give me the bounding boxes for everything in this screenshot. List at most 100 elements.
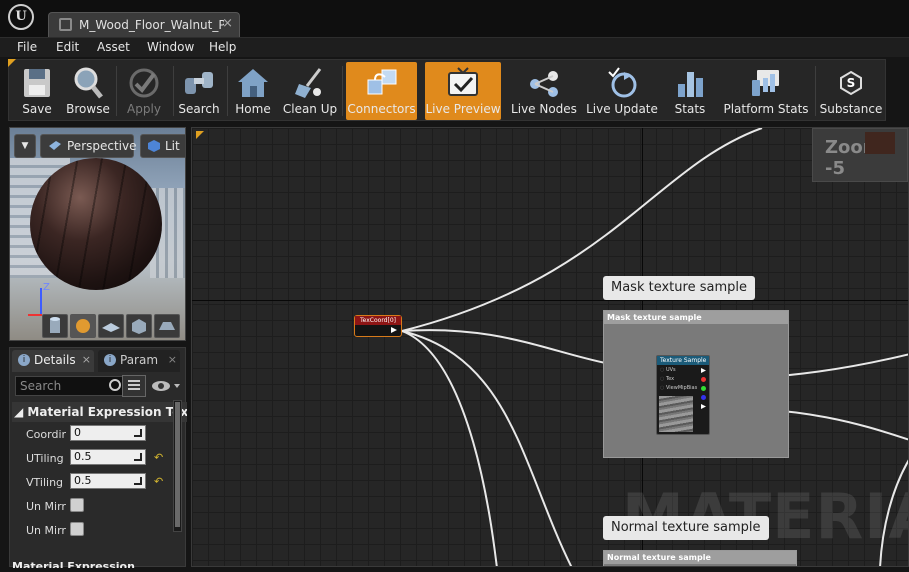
search-input[interactable]: Search [15, 376, 125, 396]
collapse-arrow-icon: ◢ [14, 405, 24, 419]
pin-uvs[interactable]: ○ UVs [660, 367, 676, 373]
un-mirror-v-checkbox[interactable] [70, 522, 84, 536]
comment-bubble-normal[interactable]: Normal texture sample [603, 516, 769, 540]
drag-handle-icon[interactable] [134, 477, 142, 485]
pin-tex[interactable]: ○ Tex [660, 376, 674, 382]
material-asset-icon [59, 18, 72, 31]
search-placeholder: Search [20, 379, 62, 393]
substance-button[interactable]: S Substance [819, 62, 883, 120]
u-tiling-label: UTiling [26, 452, 64, 465]
substance-label: Substance [819, 102, 883, 116]
connectors-button[interactable]: Connectors [346, 62, 417, 120]
property-matrix-button[interactable] [122, 375, 146, 397]
info-icon: i [104, 354, 116, 366]
stats-label: Stats [674, 102, 706, 116]
comment-bubble-mask[interactable]: Mask texture sample [603, 276, 755, 300]
apply-button[interactable]: Apply [119, 62, 169, 120]
asset-tab[interactable]: M_Wood_Floor_Walnut_Po × [48, 12, 240, 37]
unreal-logo: U [8, 4, 34, 30]
tab-parameters[interactable]: i Param × [98, 350, 180, 372]
visibility-dropdown[interactable] [150, 376, 184, 396]
menu-asset[interactable]: Asset [97, 40, 130, 54]
material-graph[interactable]: MATERIAL Zoom -5 Mask texture sample Mas… [191, 127, 909, 567]
texture-sample-node[interactable]: Texture Sample ○ UVs ○ Tex ○ ViewMipBias [656, 355, 710, 435]
search-label: Search [178, 102, 220, 116]
live-preview-button[interactable]: Live Preview [425, 62, 501, 120]
live-nodes-label: Live Nodes [511, 102, 577, 116]
coordinate-index-input[interactable]: 0 [70, 425, 146, 441]
un-mirror-v-label: Un Mirro [26, 524, 66, 537]
section-header[interactable]: ◢ Material Expression Texture [12, 402, 187, 422]
v-tiling-value: 0.5 [74, 474, 92, 487]
menu-window[interactable]: Window [147, 40, 194, 54]
perspective-cube-icon [49, 141, 61, 150]
svg-text:S: S [847, 76, 856, 90]
details-tab-label: Details [34, 353, 76, 367]
home-label: Home [235, 102, 271, 116]
texcoord-node-title: TexCoord[0] [355, 316, 401, 325]
cube-icon[interactable] [126, 314, 152, 338]
tab-details[interactable]: i Details × [12, 350, 94, 372]
wire-uv-to-result [401, 128, 763, 332]
preview-shape-bar [42, 314, 185, 340]
platform-stats-button[interactable]: Platform Stats [721, 62, 811, 120]
lit-button[interactable]: Lit [140, 134, 185, 158]
reset-to-default-icon[interactable]: ↶ [154, 475, 163, 488]
info-icon: i [18, 354, 30, 366]
preview-viewport[interactable]: ▼ Perspective Lit Z [9, 127, 186, 341]
close-icon[interactable]: × [222, 16, 233, 31]
save-button[interactable]: Save [13, 62, 61, 120]
gizmo-z-label: Z [43, 282, 50, 293]
menu-edit[interactable]: Edit [56, 40, 79, 54]
drag-handle-icon[interactable] [134, 453, 142, 461]
live-update-button[interactable]: Live Update [583, 62, 661, 120]
menu-help[interactable]: Help [209, 40, 236, 54]
v-tiling-input[interactable]: 0.5 [70, 473, 146, 489]
blue-pin-icon[interactable] [701, 395, 706, 400]
un-mirror-u-checkbox[interactable] [70, 498, 84, 512]
perspective-button[interactable]: Perspective [40, 134, 137, 158]
wire-uv-to-normal-sample [401, 330, 573, 566]
output-pin-icon[interactable] [391, 327, 397, 333]
comment-header-normal: Normal texture sample [604, 551, 796, 564]
section-header-bottom[interactable]: Material Expression [12, 558, 187, 568]
section-title-bottom: Material Expression [12, 560, 135, 568]
house-icon [238, 69, 268, 97]
drag-handle-icon[interactable] [134, 429, 142, 437]
menu-bar: File Edit Asset Window Help [0, 37, 909, 57]
substance-icon: S [840, 70, 862, 96]
home-button[interactable]: Home [229, 62, 277, 120]
custom-mesh-icon[interactable] [154, 314, 180, 338]
broom-icon [295, 68, 322, 98]
alpha-pin-icon[interactable] [701, 404, 706, 409]
close-icon[interactable]: × [82, 350, 91, 370]
browse-button[interactable]: Browse [63, 62, 113, 120]
toolbar-separator [227, 66, 228, 116]
viewport-options-dropdown[interactable]: ▼ [14, 134, 36, 158]
apply-label: Apply [127, 102, 161, 116]
menu-file[interactable]: File [17, 40, 37, 54]
comment-box-normal[interactable]: Normal texture sample [603, 550, 797, 566]
details-scrollbar[interactable] [173, 400, 182, 532]
search-icon [109, 379, 121, 391]
scroll-thumb[interactable] [175, 402, 180, 527]
cylinder-icon[interactable] [42, 314, 68, 338]
toolbar: Save Browse Apply Search Home Clean Up C… [8, 59, 886, 121]
clean-up-button[interactable]: Clean Up [281, 62, 339, 120]
u-tiling-input[interactable]: 0.5 [70, 449, 146, 465]
sphere-icon[interactable] [70, 314, 96, 338]
stats-button[interactable]: Stats [665, 62, 715, 120]
green-pin-icon[interactable] [701, 386, 706, 391]
live-nodes-button[interactable]: Live Nodes [509, 62, 579, 120]
live-nodes-icon [530, 71, 558, 97]
plane-icon[interactable] [98, 314, 124, 338]
close-icon[interactable]: × [168, 350, 177, 370]
section-title: Material Expression Texture [27, 405, 187, 419]
reset-to-default-icon[interactable]: ↶ [154, 451, 163, 464]
output-pin-icon[interactable] [701, 368, 706, 373]
pin-view-mip-bias[interactable]: ○ ViewMipBias [660, 385, 697, 391]
red-pin-icon[interactable] [701, 377, 706, 382]
stats-icon [678, 72, 703, 97]
search-button[interactable]: Search [175, 62, 223, 120]
texcoord-node[interactable]: TexCoord[0] [354, 315, 402, 337]
